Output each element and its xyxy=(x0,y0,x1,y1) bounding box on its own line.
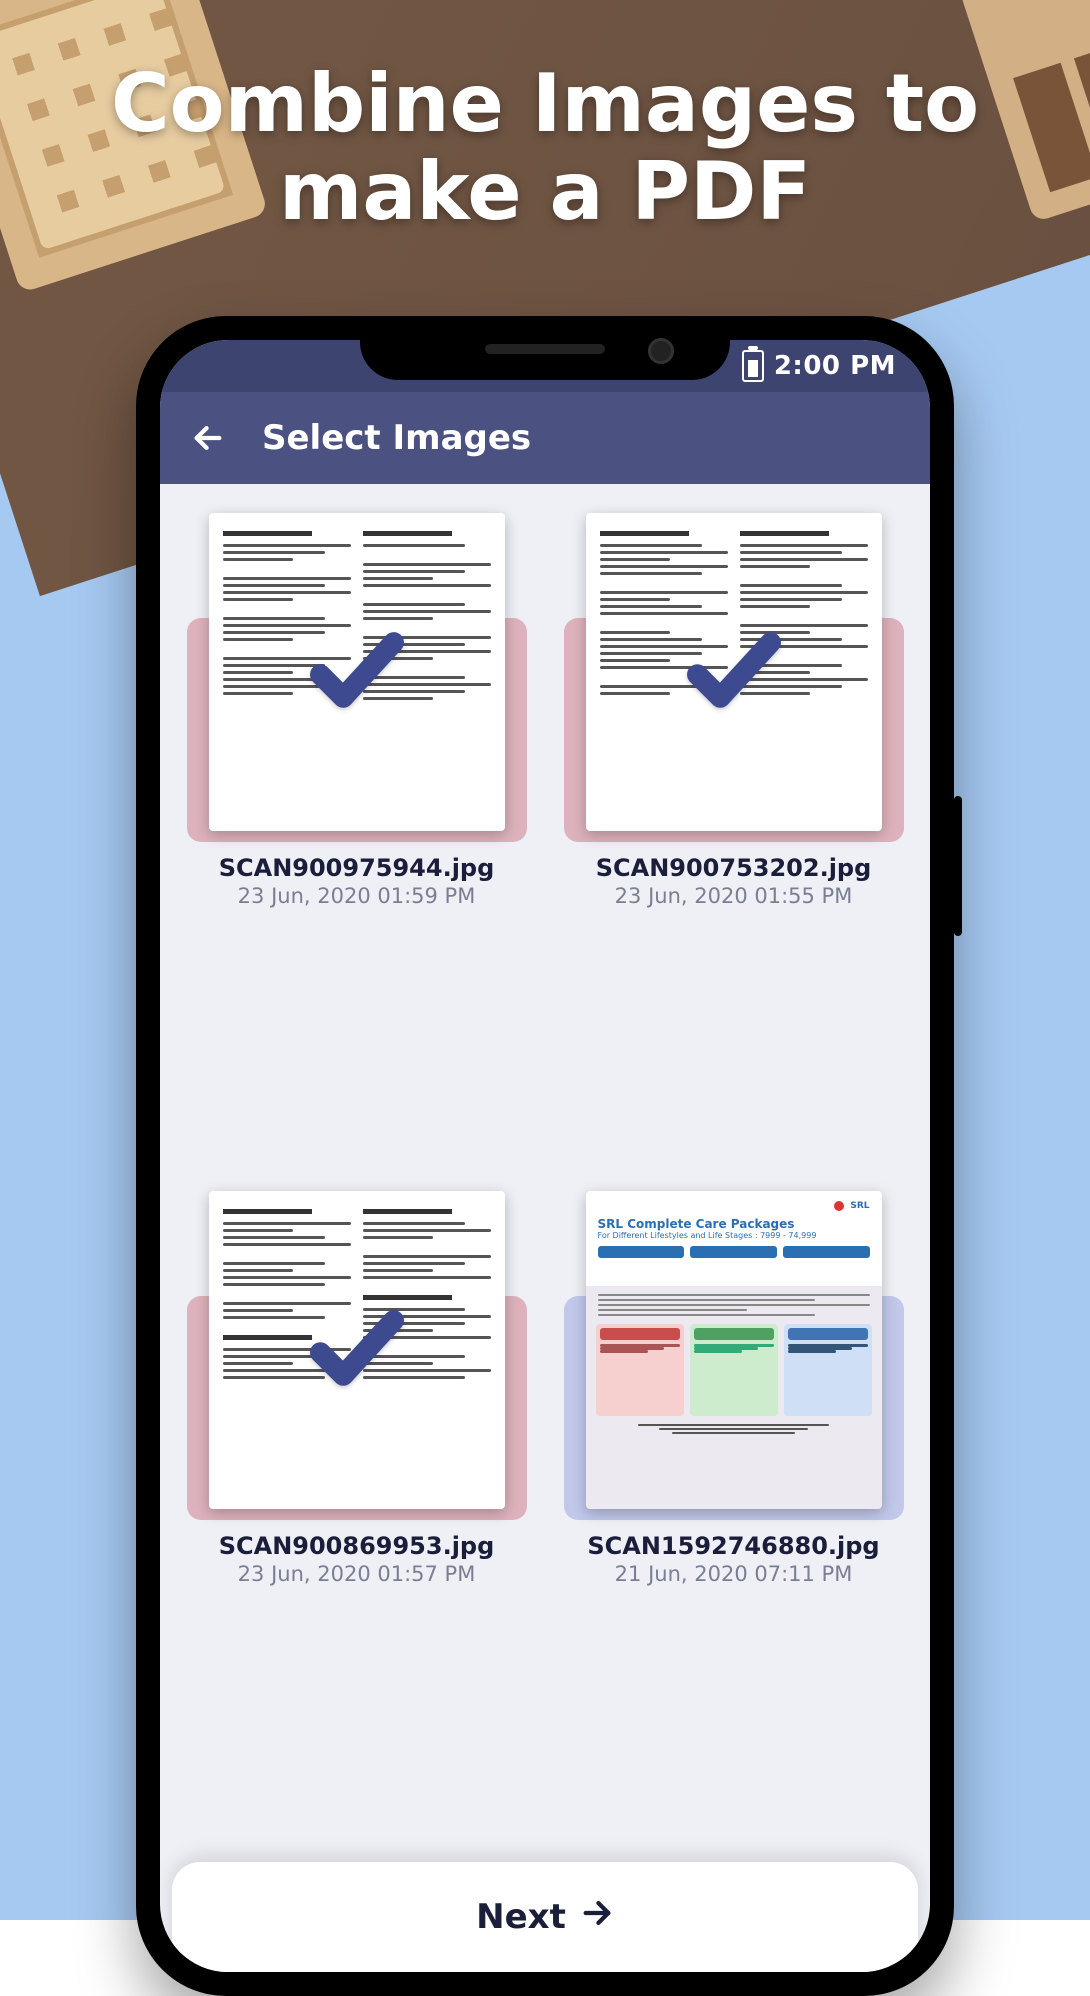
image-tile[interactable]: SRL SRL Complete Care Packages For Diffe… xyxy=(564,1180,904,1832)
image-date: 23 Jun, 2020 01:55 PM xyxy=(564,884,904,908)
image-thumbnail[interactable]: SRL SRL Complete Care Packages For Diffe… xyxy=(586,1191,882,1509)
image-grid[interactable]: SCAN900975944.jpg 23 Jun, 2020 01:59 PM xyxy=(160,484,930,1972)
hero-line-1: Combine Images to xyxy=(111,57,979,150)
status-time: 2:00 PM xyxy=(774,351,896,381)
hero-headline: Combine Images to make a PDF xyxy=(0,60,1090,236)
next-label: Next xyxy=(476,1897,566,1937)
image-tile[interactable]: SCAN900975944.jpg 23 Jun, 2020 01:59 PM xyxy=(187,502,527,1154)
hero-line-2: make a PDF xyxy=(279,145,811,238)
image-date: 23 Jun, 2020 01:57 PM xyxy=(187,1562,527,1586)
selected-check-icon xyxy=(302,615,412,729)
image-date: 23 Jun, 2020 01:59 PM xyxy=(187,884,527,908)
arrow-right-icon xyxy=(580,1896,614,1939)
selected-check-icon xyxy=(302,1293,412,1407)
image-filename: SCAN900753202.jpg xyxy=(564,854,904,882)
phone-notch xyxy=(360,316,730,380)
brochure-subtitle: For Different Lifestyles and Life Stages… xyxy=(598,1231,870,1240)
app-bar-title: Select Images xyxy=(262,418,531,458)
battery-icon xyxy=(742,350,764,382)
image-filename: SCAN1592746880.jpg xyxy=(564,1532,904,1560)
brochure-title: SRL Complete Care Packages xyxy=(598,1217,870,1231)
back-button[interactable] xyxy=(188,418,228,458)
app-bar: Select Images xyxy=(160,392,930,484)
selected-check-icon xyxy=(679,615,789,729)
image-filename: SCAN900869953.jpg xyxy=(187,1532,527,1560)
next-button[interactable]: Next xyxy=(172,1862,918,1972)
image-tile[interactable]: SCAN900869953.jpg 23 Jun, 2020 01:57 PM xyxy=(187,1180,527,1832)
phone-frame: 2:00 PM Select Images xyxy=(136,316,954,1996)
image-date: 21 Jun, 2020 07:11 PM xyxy=(564,1562,904,1586)
phone-screen: 2:00 PM Select Images xyxy=(160,340,930,1972)
image-filename: SCAN900975944.jpg xyxy=(187,854,527,882)
brochure-brand: SRL xyxy=(850,1201,869,1211)
image-tile[interactable]: SCAN900753202.jpg 23 Jun, 2020 01:55 PM xyxy=(564,502,904,1154)
